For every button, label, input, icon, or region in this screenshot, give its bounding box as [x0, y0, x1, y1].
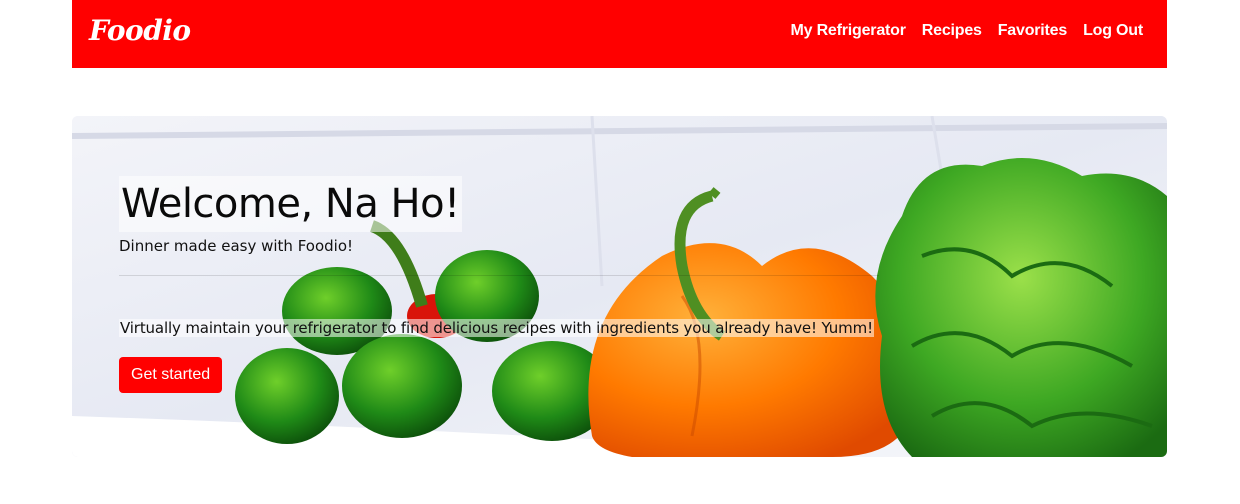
hero-subtitle: Dinner made easy with Foodio! [119, 237, 354, 255]
navbar: Foodio My Refrigerator Recipes Favorites… [72, 0, 1167, 68]
hero-background-image [72, 116, 1167, 457]
hero-title: Welcome, Na Ho! [121, 181, 460, 227]
nav-link-my-refrigerator[interactable]: My Refrigerator [791, 22, 906, 40]
brand-logo[interactable]: Foodio [89, 14, 191, 47]
hero-jumbotron: Welcome, Na Ho! Dinner made easy with Fo… [72, 116, 1167, 457]
nav-link-favorites[interactable]: Favorites [998, 22, 1068, 40]
nav-link-recipes[interactable]: Recipes [922, 22, 982, 40]
get-started-button[interactable]: Get started [119, 357, 223, 393]
nav-links: My Refrigerator Recipes Favorites Log Ou… [791, 22, 1144, 40]
nav-link-log-out[interactable]: Log Out [1083, 22, 1143, 40]
hero-divider [119, 275, 879, 276]
hero-title-box: Welcome, Na Ho! [119, 176, 462, 232]
hero-lead-text: Virtually maintain your refrigerator to … [119, 319, 874, 337]
